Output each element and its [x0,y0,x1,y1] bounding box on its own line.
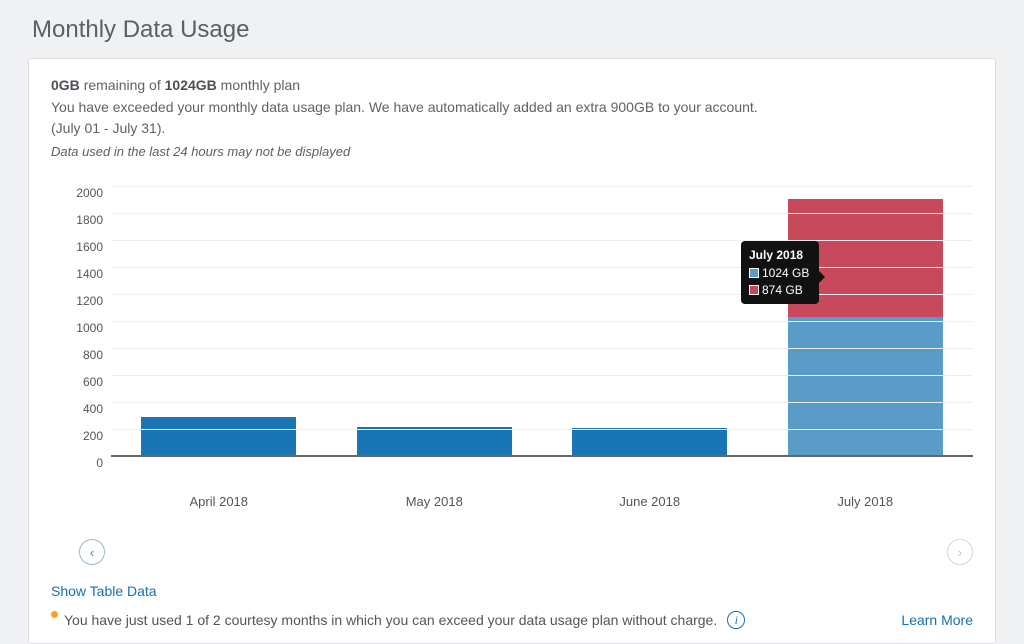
info-icon[interactable]: i [727,611,745,629]
bar-stack [357,427,512,455]
usage-chart: 0200400600800100012001400160018002000 Ju… [51,186,973,486]
tooltip-row-overage: 874 GB [749,282,811,298]
grid-line [111,213,973,214]
summary-line-remaining: 0GB remaining of 1024GB monthly plan [51,75,973,97]
bar-stack [788,199,943,455]
summary-line-period: (July 01 - July 31). [51,118,973,140]
tooltip-row-primary: 1024 GB [749,265,811,281]
next-month-button[interactable]: › [947,539,973,565]
prev-month-button[interactable]: ‹ [79,539,105,565]
swatch-overage-icon [749,285,759,295]
grid-line [111,456,973,457]
chart-nav: ‹ › [51,539,973,567]
grid-line [111,348,973,349]
grid-line [111,321,973,322]
x-axis-label: May 2018 [327,494,543,509]
grid-line [111,429,973,430]
y-axis: 0200400600800100012001400160018002000 [51,186,111,456]
tooltip-value-primary: 1024 GB [762,265,809,281]
x-axis-label: July 2018 [758,494,974,509]
plan-word: monthly plan [221,77,300,93]
grid-line [111,375,973,376]
grid-line [111,402,973,403]
x-axis-label: June 2018 [542,494,758,509]
usage-card: 0GB remaining of 1024GB monthly plan You… [28,58,996,644]
tooltip-value-overage: 874 GB [762,282,803,298]
courtesy-text: You have just used 1 of 2 courtesy month… [64,612,717,628]
grid-line [111,267,973,268]
learn-more-link[interactable]: Learn More [901,612,973,628]
x-axis-label: April 2018 [111,494,327,509]
summary-line-exceeded: You have exceeded your monthly data usag… [51,97,973,119]
summary-block: 0GB remaining of 1024GB monthly plan You… [51,75,973,162]
grid-line [111,294,973,295]
footer-row: You have just used 1 of 2 courtesy month… [51,611,973,629]
grid-line [111,186,973,187]
chart-plot: July 2018 1024 GB 874 GB [111,186,973,456]
bar-stack [141,417,296,455]
plan-value: 1024GB [165,77,217,93]
bar-segment-primary [357,427,512,455]
page-title: Monthly Data Usage [0,0,1024,58]
grid-line [111,240,973,241]
courtesy-note: You have just used 1 of 2 courtesy month… [51,611,745,629]
chevron-right-icon: › [958,545,962,560]
chevron-left-icon: ‹ [90,545,94,560]
bar-segment-primary [788,317,943,455]
remaining-value: 0GB [51,77,80,93]
show-table-data-link[interactable]: Show Table Data [51,583,157,599]
bullet-icon [51,611,58,618]
chart-tooltip: July 2018 1024 GB 874 GB [741,241,819,304]
remaining-word: remaining of [84,77,161,93]
swatch-primary-icon [749,268,759,278]
tooltip-title: July 2018 [749,247,811,263]
x-axis-labels: April 2018May 2018June 2018July 2018 [111,494,973,509]
bar-segment-primary [572,428,727,455]
bar-stack [572,428,727,455]
bar-segment-primary [141,417,296,455]
summary-disclaimer: Data used in the last 24 hours may not b… [51,142,973,162]
